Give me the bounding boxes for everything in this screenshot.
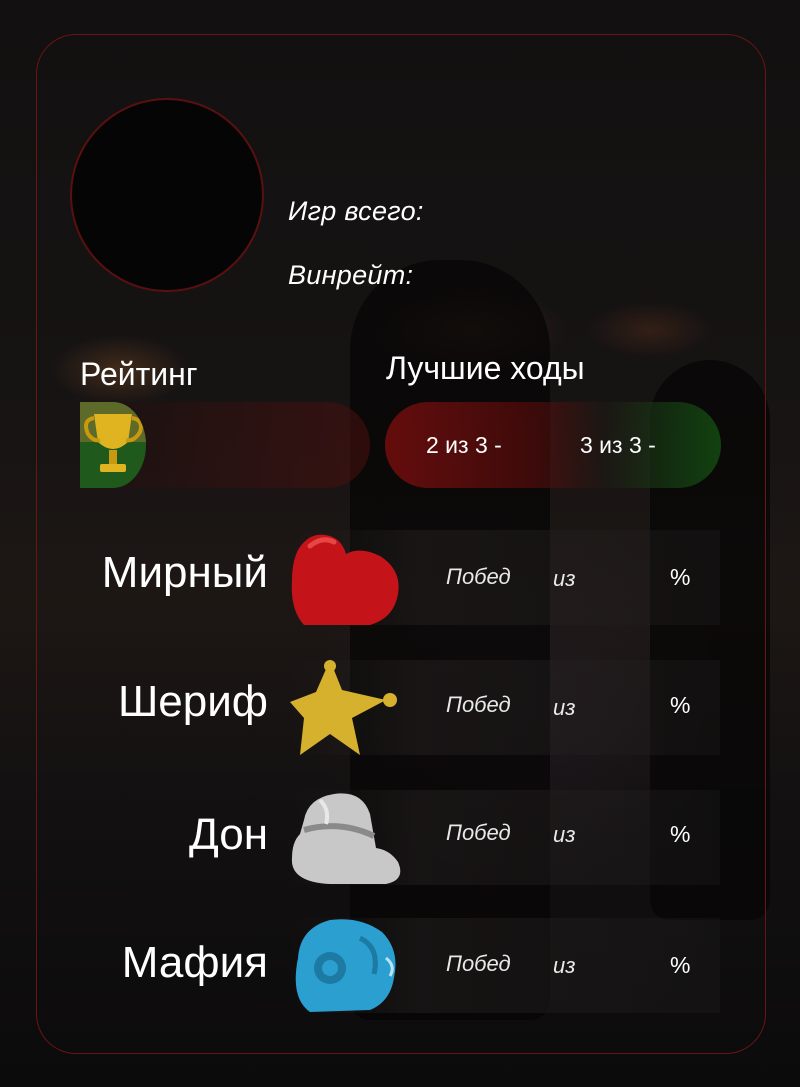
rating-heading: Рейтинг	[80, 356, 198, 392]
heart-icon	[291, 534, 399, 625]
of-label-civilian: из	[553, 566, 576, 591]
revolver-icon	[295, 919, 396, 1012]
percent-label-sheriff: %	[670, 692, 691, 718]
sheriff-star-icon	[290, 660, 397, 755]
role-name-sheriff: Шериф	[117, 677, 268, 726]
wins-label-mafia: Побед	[446, 951, 511, 976]
of-label-mafia: из	[553, 953, 576, 978]
winrate-label: Винрейт:	[288, 260, 414, 290]
best-moves-heading: Лучшие ходы	[386, 350, 585, 386]
percent-label-mafia: %	[670, 952, 691, 978]
trophy-icon	[80, 402, 146, 488]
of-label-don: из	[553, 822, 576, 847]
percent-label-civilian: %	[670, 564, 691, 590]
role-name-mafia: Мафия	[121, 938, 268, 987]
two-of-three-label: 2 из 3 -	[426, 432, 502, 458]
games-total-label: Игр всего:	[288, 196, 424, 226]
role-name-don: Дон	[188, 810, 268, 859]
of-label-sheriff: из	[553, 695, 576, 720]
percent-label-don: %	[670, 821, 691, 847]
role-name-civilian: Мирный	[101, 548, 268, 597]
avatar[interactable]	[70, 98, 264, 292]
three-of-three-label: 3 из 3 -	[580, 432, 656, 458]
wins-label-civilian: Побед	[446, 564, 511, 589]
fedora-hat-icon	[291, 793, 401, 884]
wins-label-don: Побед	[446, 820, 511, 845]
wins-label-sheriff: Побед	[446, 692, 511, 717]
